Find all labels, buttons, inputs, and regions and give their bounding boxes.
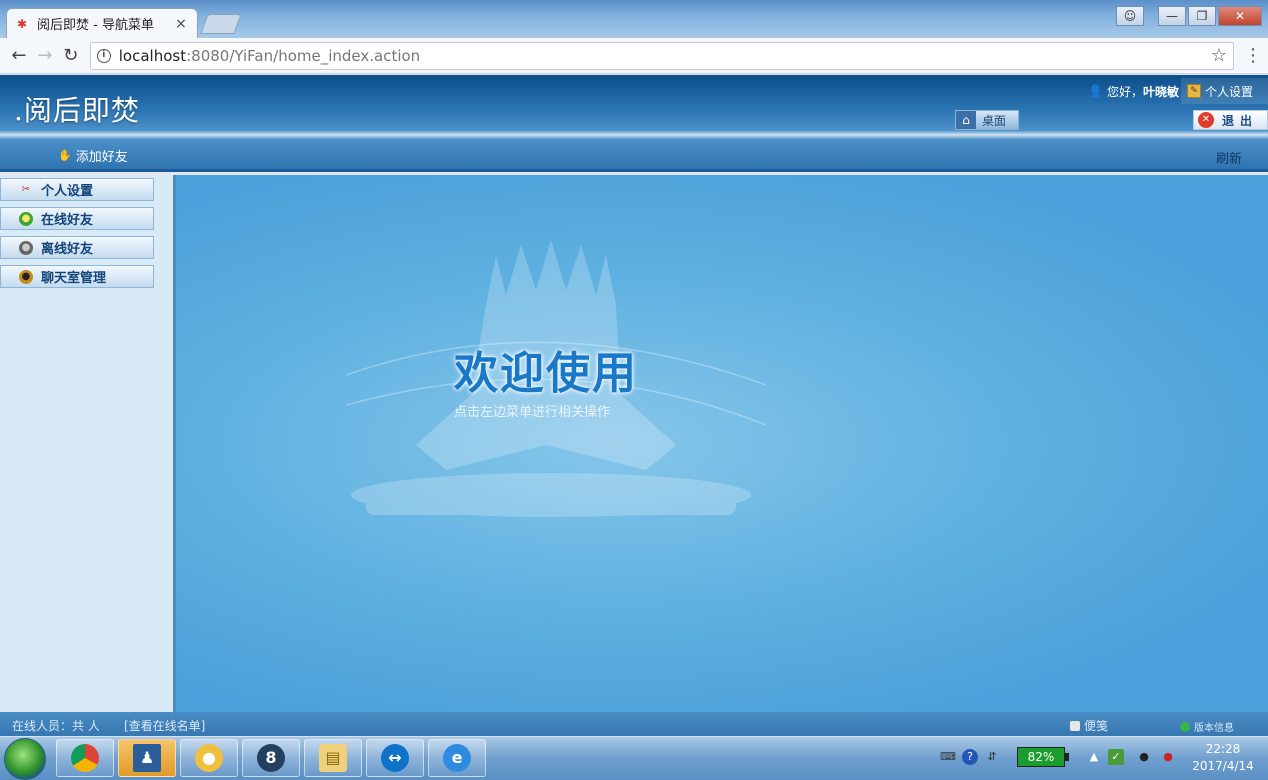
welcome-title: 欢迎使用: [454, 348, 638, 399]
qq-icon[interactable]: ●: [1136, 749, 1152, 765]
view-online-list-link[interactable]: [查看在线名单]: [124, 717, 205, 734]
offline-user-icon: ●: [19, 240, 33, 255]
sidebar-item-personal-settings[interactable]: ✂ 个人设置: [0, 178, 154, 201]
desktop-button[interactable]: ⌂ 桌面: [955, 110, 1019, 130]
home-icon: ⌂: [956, 111, 976, 129]
new-tab-button[interactable]: [200, 14, 242, 34]
url-text[interactable]: localhost:8080/YiFan/home_index.action: [119, 47, 1211, 65]
help-icon[interactable]: ?: [962, 749, 978, 765]
tools-icon: ✂: [21, 183, 31, 195]
forward-arrow-icon[interactable]: →: [32, 43, 58, 69]
network-icon[interactable]: ⇵: [984, 749, 1000, 765]
refresh-link[interactable]: 刷新: [1216, 148, 1242, 167]
taskbar-user-app[interactable]: ♟: [118, 739, 176, 777]
browser-tab-active[interactable]: ✱ 阅后即焚 - 导航菜单 ×: [6, 8, 198, 38]
tab-title: 阅后即焚 - 导航菜单: [37, 18, 154, 33]
qq-alt-icon[interactable]: ●: [1160, 749, 1176, 765]
sidebar-item-online-friends[interactable]: ● 在线好友: [0, 207, 154, 230]
reload-icon[interactable]: ↻: [58, 43, 84, 69]
taskbar-app-4[interactable]: 8: [242, 739, 300, 777]
logout-button[interactable]: ✕ 退出: [1193, 110, 1268, 130]
chrome-icon: [71, 744, 99, 772]
folder-icon: ▤: [319, 744, 347, 772]
person-icon: ♟: [133, 744, 161, 772]
browser-tab-bar: ✱ 阅后即焚 - 导航菜单 × ☺ — ❐ ✕: [0, 0, 1268, 38]
taskbar-app-3[interactable]: ●: [180, 739, 238, 777]
settings-icon: ✎: [1187, 84, 1201, 98]
clock-date: 2017/4/14: [1192, 759, 1254, 773]
status-bar: 在线人员：共 人 [查看在线名单] 便笺 版本信息: [0, 712, 1268, 736]
add-friend-link[interactable]: ✋ 添加好友: [58, 146, 128, 165]
online-user-icon: ●: [19, 211, 33, 226]
taskbar-explorer[interactable]: ▤: [304, 739, 362, 777]
taskbar-chrome[interactable]: [56, 739, 114, 777]
user-icon: 👤: [1088, 84, 1103, 98]
system-clock[interactable]: 22:28 2017/4/14: [1188, 741, 1258, 775]
teamviewer-icon: ↔: [381, 744, 409, 772]
taskbar-teamviewer[interactable]: ↔: [366, 739, 424, 777]
keyboard-icon[interactable]: ⌨: [940, 749, 956, 765]
online-count-text: 在线人员：共 人: [12, 719, 100, 733]
sidebar-item-chatroom-admin[interactable]: ● 聊天室管理: [0, 265, 154, 288]
main-content: 欢迎使用 点击左边菜单进行相关操作: [176, 175, 1268, 712]
site-favicon-icon: ✱: [16, 16, 28, 31]
sidebar-menu: ✂ 个人设置 ● 在线好友 ● 离线好友 ● 聊天室管理: [0, 175, 176, 712]
eclipse-like-icon: 8: [257, 744, 285, 772]
logout-icon: ✕: [1198, 112, 1214, 128]
app-header: .阅后即焚 👤 您好， 叶晓敏 ✎ 个人设置 ⌂ 桌面 ✕ 退出: [0, 75, 1268, 140]
sidebar-item-offline-friends[interactable]: ● 离线好友: [0, 236, 154, 259]
version-info-link[interactable]: 版本信息: [1180, 719, 1234, 734]
info-dot-icon: [1180, 722, 1190, 732]
taskbar-ie[interactable]: e: [428, 739, 486, 777]
welcome-subtitle: 点击左边菜单进行相关操作: [454, 405, 611, 420]
start-button[interactable]: [4, 738, 46, 780]
show-hidden-icons-icon[interactable]: ▲: [1086, 749, 1102, 765]
notes-icon: [1070, 721, 1080, 731]
tray-app-icon[interactable]: ✓: [1108, 749, 1124, 765]
chatroom-admin-icon: ●: [19, 269, 33, 284]
clock-time: 22:28: [1205, 742, 1241, 756]
window-controls: ☺ — ❐ ✕: [1114, 6, 1262, 26]
tab-close-icon[interactable]: ×: [173, 16, 189, 32]
profile-icon[interactable]: ☺: [1116, 6, 1144, 26]
browser-toolbar: ← → ↻ i localhost:8080/YiFan/home_index.…: [0, 38, 1268, 74]
battery-indicator[interactable]: 82%: [1017, 747, 1069, 767]
app-title: .阅后即焚: [14, 94, 140, 127]
window-close-button[interactable]: ✕: [1218, 6, 1262, 26]
address-bar[interactable]: i localhost:8080/YiFan/home_index.action…: [89, 41, 1235, 70]
user-name: 叶晓敏: [1142, 84, 1179, 99]
internet-explorer-icon: e: [443, 744, 471, 772]
windows-taskbar: ♟ ● 8 ▤ ↔ e ⌨ ? ⇵ 82% ▲ ✓ ● ● 22:28 2017…: [0, 736, 1268, 780]
add-friend-icon: ✋: [58, 149, 72, 162]
action-bar: ✋ 添加好友 刷新: [0, 140, 1268, 172]
user-greeting: 👤 您好， 叶晓敏: [1088, 84, 1179, 99]
header-settings-link[interactable]: ✎ 个人设置: [1181, 78, 1268, 104]
paw-icon: ●: [195, 744, 223, 772]
info-icon[interactable]: i: [96, 48, 111, 63]
back-arrow-icon[interactable]: ←: [6, 43, 32, 69]
browser-menu-icon[interactable]: ⋮: [1244, 45, 1262, 66]
minimize-button[interactable]: —: [1158, 6, 1186, 26]
notes-link[interactable]: 便笺: [1070, 717, 1108, 734]
bookmark-star-icon[interactable]: ☆: [1211, 45, 1227, 66]
maximize-button[interactable]: ❐: [1188, 6, 1216, 26]
